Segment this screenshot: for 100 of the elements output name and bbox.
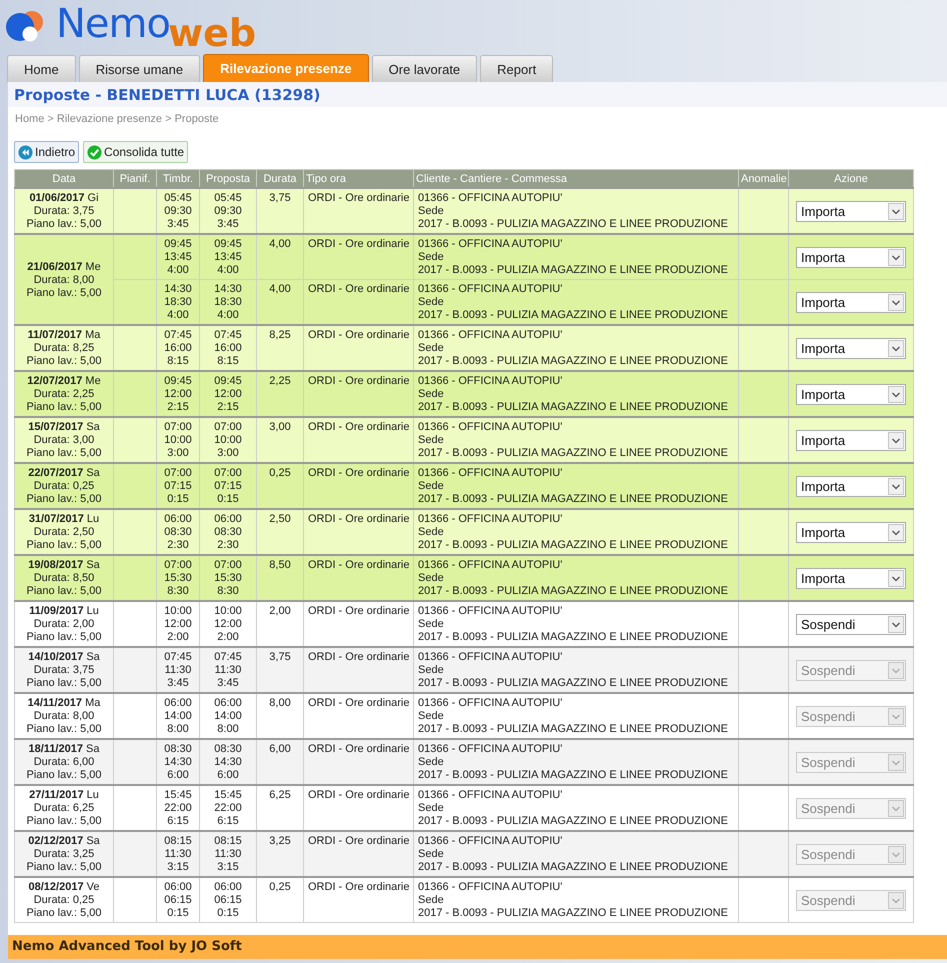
clock-time: 18:30 bbox=[163, 296, 193, 309]
client-line: 2017 - B.0093 - PULIZIA MAGAZZINO E LINEE PRODUZIONE bbox=[418, 723, 729, 736]
proposed-time: 06:00 bbox=[213, 697, 243, 710]
hour-type: ORDI - Ore ordinarie bbox=[308, 835, 409, 848]
action-dropdown[interactable]: Importa bbox=[796, 476, 906, 497]
client-line: Sede bbox=[418, 434, 445, 447]
action-dropdown[interactable]: Importa bbox=[796, 430, 906, 451]
client-line: 01366 - OFFICINA AUTOPIU' bbox=[418, 283, 564, 296]
clock-time: 07:00 bbox=[163, 421, 193, 434]
caret-icon bbox=[888, 432, 904, 449]
nav-tab[interactable]: Report bbox=[480, 55, 554, 82]
clock-time: 4:00 bbox=[166, 264, 190, 277]
nav-tab[interactable]: Risorse umane bbox=[78, 55, 200, 82]
client-line: Sede bbox=[418, 894, 445, 907]
action-dropdown[interactable]: Sospendi bbox=[796, 614, 906, 635]
proposed-time: 06:00 bbox=[213, 881, 243, 894]
planned-text: Piano lav.: 5,00 bbox=[25, 218, 102, 231]
clock-time: 08:30 bbox=[163, 743, 193, 756]
column-header: Timbr. bbox=[156, 170, 200, 188]
client-line: 2017 - B.0093 - PULIZIA MAGAZZINO E LINEE PRODUZIONE bbox=[418, 815, 729, 828]
column-header: Anomalie bbox=[738, 170, 788, 188]
proposed-time: 10:00 bbox=[213, 605, 243, 618]
clock-time: 11:30 bbox=[164, 848, 192, 861]
action-dropdown[interactable]: Importa bbox=[796, 384, 906, 405]
client-line: Sede bbox=[418, 296, 445, 309]
hour-type: ORDI - Ore ordinarie bbox=[308, 881, 409, 894]
nav-tab[interactable]: Home bbox=[7, 55, 76, 82]
client-line: 01366 - OFFICINA AUTOPIU' bbox=[418, 329, 564, 342]
hour-type: ORDI - Ore ordinarie bbox=[308, 192, 409, 205]
proposed-time: 05:45 bbox=[213, 192, 243, 205]
client-line: 01366 - OFFICINA AUTOPIU' bbox=[418, 881, 564, 894]
column-header: Proposta bbox=[200, 170, 256, 188]
planned-text: Piano lav.: 5,00 bbox=[25, 861, 102, 874]
duration-value: 0,25 bbox=[268, 467, 292, 480]
proposed-time: 2:15 bbox=[216, 401, 240, 414]
check-icon bbox=[87, 144, 102, 160]
proposed-time: 2:30 bbox=[216, 539, 240, 552]
duration-value: 6,00 bbox=[268, 743, 292, 756]
duration-text: Durata: 0,25 bbox=[32, 480, 96, 493]
action-dropdown[interactable]: Importa bbox=[796, 568, 906, 589]
breadcrumb: Home > Rilevazione presenze > Proposte bbox=[14, 112, 220, 127]
caret-icon bbox=[888, 570, 904, 587]
back-button[interactable]: Indietro bbox=[14, 141, 80, 163]
clock-time: 06:00 bbox=[163, 881, 193, 894]
proposed-time: 10:00 bbox=[213, 434, 243, 447]
client-line: 2017 - B.0093 - PULIZIA MAGAZZINO E LINEE PRODUZIONE bbox=[418, 631, 729, 644]
planned-text: Piano lav.: 5,00 bbox=[25, 447, 102, 460]
clock-time: 2:15 bbox=[166, 401, 190, 414]
hour-type: ORDI - Ore ordinarie bbox=[308, 605, 409, 618]
column-header: Data bbox=[14, 170, 114, 188]
client-line: 01366 - OFFICINA AUTOPIU' bbox=[418, 513, 564, 526]
client-line: 01366 - OFFICINA AUTOPIU' bbox=[418, 375, 564, 388]
proposed-time: 07:45 bbox=[213, 651, 243, 664]
client-line: Sede bbox=[418, 526, 445, 539]
client-line: 01366 - OFFICINA AUTOPIU' bbox=[418, 421, 564, 434]
duration-value: 2,50 bbox=[268, 513, 292, 526]
proposed-time: 07:00 bbox=[213, 467, 243, 480]
hour-type: ORDI - Ore ordinarie bbox=[308, 651, 409, 664]
clock-time: 0:15 bbox=[166, 907, 190, 920]
proposed-time: 6:15 bbox=[216, 815, 240, 828]
clock-time: 14:30 bbox=[163, 283, 193, 296]
client-line: 2017 - B.0093 - PULIZIA MAGAZZINO E LINEE PRODUZIONE bbox=[418, 493, 729, 506]
caret-icon bbox=[888, 800, 904, 817]
planned-text: Piano lav.: 5,00 bbox=[25, 907, 102, 920]
date-text: 11/09/2017 Lu bbox=[28, 605, 100, 618]
client-line: 2017 - B.0093 - PULIZIA MAGAZZINO E LINEE PRODUZIONE bbox=[418, 861, 729, 874]
duration-text: Durata: 8,00 bbox=[32, 710, 96, 723]
logo-text: web bbox=[168, 13, 256, 53]
proposed-time: 0:15 bbox=[216, 907, 240, 920]
proposed-time: 13:45 bbox=[213, 251, 243, 264]
confirm-button[interactable]: Consolida tutte bbox=[83, 141, 188, 163]
rewind-icon bbox=[18, 144, 33, 160]
proposed-time: 15:45 bbox=[213, 789, 243, 802]
action-dropdown[interactable]: Importa bbox=[796, 247, 906, 268]
clock-time: 3:15 bbox=[166, 861, 190, 874]
proposed-time: 14:30 bbox=[213, 283, 243, 296]
client-line: 2017 - B.0093 - PULIZIA MAGAZZINO E LINEE PRODUZIONE bbox=[418, 401, 729, 414]
action-dropdown[interactable]: Importa bbox=[796, 201, 906, 222]
proposed-time: 3:00 bbox=[216, 447, 240, 460]
duration-value: 3,00 bbox=[268, 421, 292, 434]
client-line: Sede bbox=[418, 388, 445, 401]
nav-tab[interactable]: Ore lavorate bbox=[372, 55, 478, 82]
planned-text: Piano lav.: 5,00 bbox=[25, 539, 102, 552]
clock-time: 06:15 bbox=[163, 894, 193, 907]
clock-time: 6:15 bbox=[166, 815, 190, 828]
proposed-time: 3:45 bbox=[216, 677, 240, 690]
action-dropdown[interactable]: Importa bbox=[796, 522, 906, 543]
proposed-time: 12:00 bbox=[213, 618, 243, 631]
proposed-time: 07:45 bbox=[213, 329, 243, 342]
clock-time: 07:00 bbox=[163, 467, 193, 480]
proposed-time: 4:00 bbox=[216, 264, 240, 277]
duration-value: 8,00 bbox=[268, 697, 292, 710]
caret-icon bbox=[888, 662, 904, 679]
clock-time: 09:45 bbox=[163, 238, 193, 251]
clock-time: 08:15 bbox=[163, 835, 193, 848]
action-dropdown[interactable]: Importa bbox=[796, 338, 906, 359]
action-dropdown[interactable]: Importa bbox=[796, 292, 906, 313]
caret-icon bbox=[888, 846, 904, 863]
proposed-time: 11:30 bbox=[214, 664, 242, 677]
client-line: 2017 - B.0093 - PULIZIA MAGAZZINO E LINEE PRODUZIONE bbox=[418, 355, 729, 368]
